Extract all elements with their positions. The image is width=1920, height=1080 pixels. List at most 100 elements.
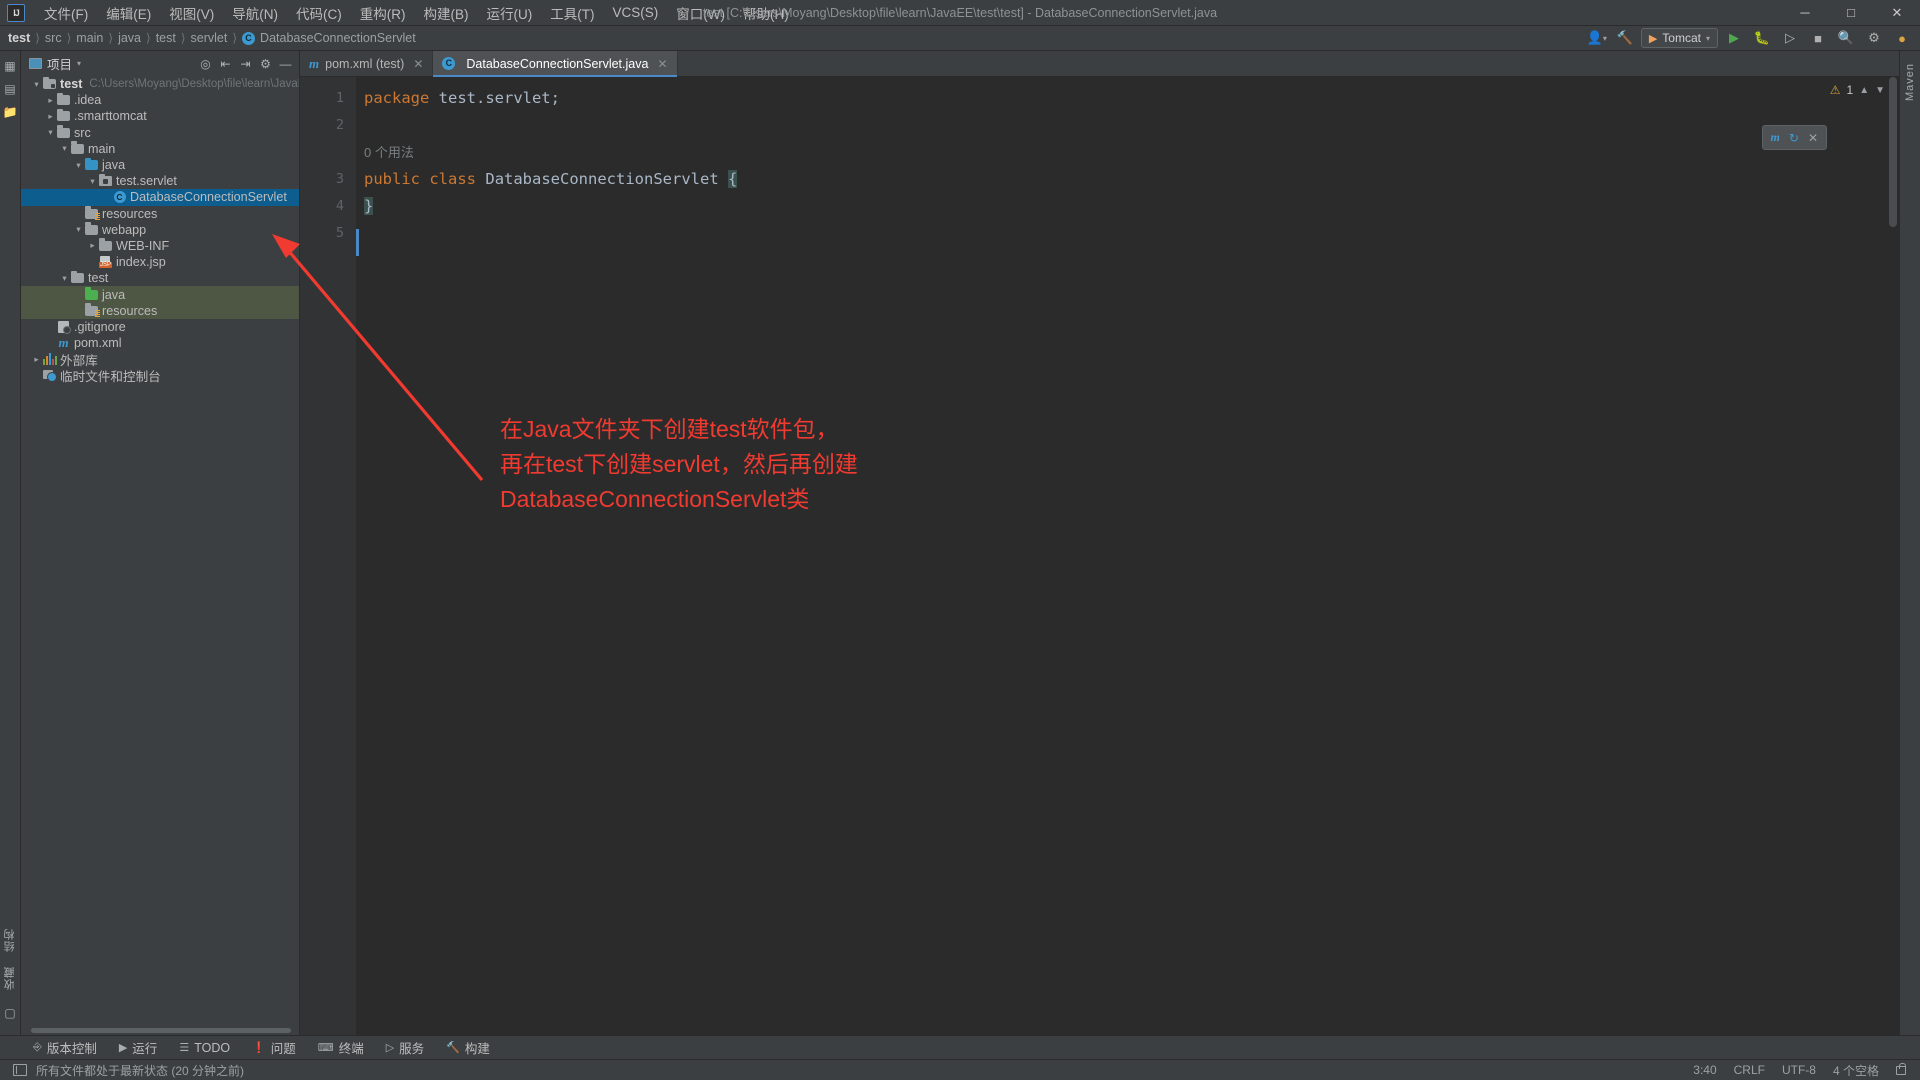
tree-node-gitignore[interactable]: .gitignore: [21, 319, 299, 335]
account-icon[interactable]: ●: [1890, 28, 1914, 49]
search-icon[interactable]: 🔍: [1834, 28, 1858, 49]
debug-icon[interactable]: 🐛: [1750, 28, 1774, 49]
chevron-right-icon[interactable]: ▸: [31, 354, 42, 365]
tree-horizontal-scrollbar[interactable]: [21, 1026, 299, 1035]
menu-vcs[interactable]: VCS(S): [604, 2, 668, 23]
settings-icon[interactable]: ⚙: [1862, 28, 1886, 49]
tree-node-[interactable]: 临时文件和控制台: [21, 367, 299, 384]
breadcrumb-servlet-pkg[interactable]: servlet: [191, 31, 228, 45]
project-panel-title[interactable]: 项目 ▾: [29, 54, 81, 73]
tree-node-webapp[interactable]: ▾ webapp: [21, 222, 299, 238]
hammer-icon[interactable]: 🔨: [1613, 28, 1637, 49]
menu-file[interactable]: 文件(F): [35, 0, 97, 26]
memory-indicator-icon[interactable]: [13, 1064, 27, 1076]
chevron-right-icon[interactable]: ▸: [87, 240, 98, 251]
chevron-down-icon[interactable]: ▾: [31, 79, 42, 90]
inspection-widget[interactable]: ⚠ 1 ▲ ▼: [1830, 83, 1885, 97]
tree-node-idea[interactable]: ▸ .idea: [21, 92, 299, 108]
toolwindow-services[interactable]: ▷ 服务: [375, 1038, 435, 1057]
editor-vertical-scrollbar[interactable]: [1886, 77, 1899, 1035]
scrollbar-thumb[interactable]: [1889, 77, 1897, 227]
toolwindow-version-control[interactable]: ⎆ 版本控制: [22, 1038, 108, 1057]
expand-all-icon[interactable]: ⇤: [216, 54, 235, 73]
run-with-coverage-icon[interactable]: ▷: [1778, 28, 1802, 49]
menu-navigate[interactable]: 导航(N): [223, 0, 287, 26]
chevron-down-icon[interactable]: ▾: [59, 143, 70, 154]
tree-node-java[interactable]: java: [21, 286, 299, 303]
tree-node-index-jsp[interactable]: index.jsp: [21, 254, 299, 270]
usages-inlay-hint[interactable]: 0 个用法: [356, 139, 1899, 166]
toolwindow-problems[interactable]: ❗ 问题: [241, 1038, 307, 1057]
close-icon[interactable]: ✕: [413, 57, 423, 71]
lock-icon[interactable]: [1896, 1062, 1906, 1075]
menu-edit[interactable]: 编辑(E): [97, 0, 160, 26]
run-icon[interactable]: ▶: [1722, 28, 1746, 49]
chevron-down-icon[interactable]: ▾: [77, 59, 81, 68]
locate-icon[interactable]: ◎: [196, 54, 215, 73]
maven-float-widget[interactable]: m ↻ ✕: [1761, 125, 1827, 150]
project-tree[interactable]: ▾ test C:\Users\Moyang\Desktop\file\learn\…: [21, 76, 299, 1026]
menu-view[interactable]: 视图(V): [160, 0, 223, 26]
settings-icon[interactable]: ⚙: [256, 54, 275, 73]
close-icon[interactable]: ✕: [1808, 131, 1818, 145]
user-icon[interactable]: 👤 ▾: [1585, 28, 1609, 49]
menu-code[interactable]: 代码(C): [287, 0, 351, 26]
tab-pom-xml[interactable]: m pom.xml (test) ✕: [300, 51, 434, 76]
code-editor[interactable]: package test.servlet; 0 个用法 public class…: [356, 77, 1899, 1035]
chevron-down-icon[interactable]: ▾: [87, 176, 98, 187]
tree-node-test[interactable]: ▾ test C:\Users\Moyang\Desktop\file\learn\…: [21, 76, 299, 92]
bookmark-icon[interactable]: ▢: [2, 1004, 19, 1021]
tree-node-smarttomcat[interactable]: ▸ .smarttomcat: [21, 108, 299, 124]
tree-node-web-inf[interactable]: ▸ WEB-INF: [21, 238, 299, 254]
chevron-right-icon[interactable]: ▸: [45, 95, 56, 106]
strip-label-structure[interactable]: 结构: [2, 928, 18, 952]
maximize-button[interactable]: □: [1828, 0, 1874, 25]
menu-tools[interactable]: 工具(T): [541, 0, 603, 26]
close-button[interactable]: ✕: [1874, 0, 1920, 25]
run-configuration-selector[interactable]: ▶ Tomcat ▾: [1640, 28, 1718, 48]
breadcrumb-main[interactable]: main: [76, 31, 103, 45]
line-separator[interactable]: CRLF: [1734, 1063, 1765, 1077]
menu-window[interactable]: 窗口(W): [667, 0, 734, 26]
toolwindow-todo[interactable]: ☰ TODO: [168, 1041, 241, 1055]
breadcrumb-test[interactable]: test: [8, 31, 30, 45]
tree-node-pom-xml[interactable]: m pom.xml: [21, 335, 299, 351]
minimize-button[interactable]: ─: [1782, 0, 1828, 25]
indent-setting[interactable]: 4 个空格: [1833, 1062, 1879, 1079]
menu-refactor[interactable]: 重构(R): [351, 0, 415, 26]
tree-node-src[interactable]: ▾ src: [21, 125, 299, 141]
bookmarks-icon[interactable]: 📁: [2, 103, 19, 120]
hide-icon[interactable]: —: [276, 54, 295, 73]
file-encoding[interactable]: UTF-8: [1782, 1063, 1816, 1077]
toolwindow-build[interactable]: 🔨 构建: [435, 1038, 501, 1057]
tree-node-resources[interactable]: resources: [21, 302, 299, 319]
tree-node-resources[interactable]: resources: [21, 206, 299, 222]
strip-label-maven[interactable]: Maven: [1904, 63, 1916, 101]
chevron-right-icon[interactable]: ▸: [45, 111, 56, 122]
caret-position[interactable]: 3:40: [1693, 1063, 1716, 1077]
stop-icon[interactable]: ■: [1806, 28, 1830, 49]
toolwindow-run[interactable]: ▶ 运行: [108, 1038, 168, 1057]
refresh-icon[interactable]: ↻: [1789, 131, 1799, 145]
tree-node-test-servlet[interactable]: ▾ test.servlet: [21, 173, 299, 189]
tree-node-test[interactable]: ▾ test: [21, 270, 299, 286]
chevron-down-icon[interactable]: ▾: [73, 160, 84, 171]
close-icon[interactable]: ✕: [657, 57, 667, 71]
previous-problem-icon[interactable]: ▲: [1859, 85, 1869, 96]
tab-database-connection-servlet[interactable]: C DatabaseConnectionServlet.java ✕: [433, 51, 678, 77]
tree-node-[interactable]: ▸ 外部库: [21, 351, 299, 368]
chevron-down-icon[interactable]: ▾: [59, 273, 70, 284]
project-icon[interactable]: ▦: [2, 57, 19, 74]
tree-node-databaseconnectionservlet[interactable]: C DatabaseConnectionServlet: [21, 189, 299, 206]
editor-gutter[interactable]: 1 2 3 4 5: [300, 77, 356, 1035]
collapse-all-icon[interactable]: ⇥: [236, 54, 255, 73]
breadcrumb-class[interactable]: C DatabaseConnectionServlet: [242, 31, 416, 45]
menu-run[interactable]: 运行(U): [478, 0, 542, 26]
tree-node-java[interactable]: ▾ java: [21, 157, 299, 173]
menu-help[interactable]: 帮助(H): [734, 0, 798, 26]
chevron-down-icon[interactable]: ▾: [73, 224, 84, 235]
menu-build[interactable]: 构建(B): [415, 0, 478, 26]
chevron-down-icon[interactable]: ▾: [45, 127, 56, 138]
breadcrumb-test-pkg[interactable]: test: [156, 31, 176, 45]
breadcrumb-java[interactable]: java: [118, 31, 141, 45]
